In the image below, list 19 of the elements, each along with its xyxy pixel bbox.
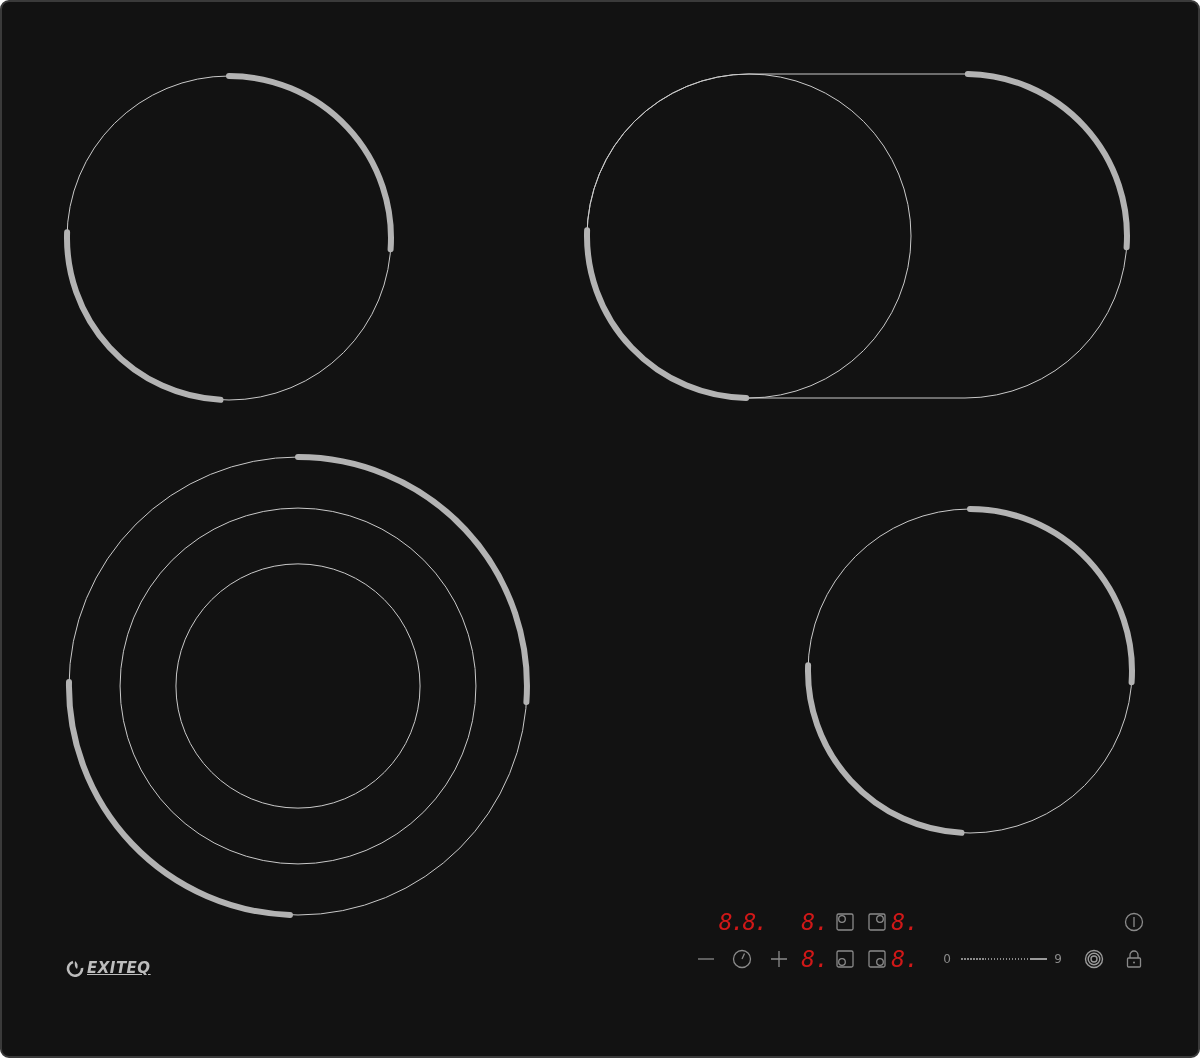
- zone-power-display: 8.: [801, 946, 829, 972]
- zone-select-icon[interactable]: [835, 949, 855, 969]
- power-icon[interactable]: [1124, 912, 1144, 932]
- zone-select-icon[interactable]: [867, 949, 887, 969]
- lock-icon[interactable]: [1126, 950, 1142, 968]
- zone-select-icon[interactable]: [867, 912, 887, 932]
- zone-power-display: 8.: [801, 909, 829, 935]
- minus-icon[interactable]: [697, 957, 715, 961]
- timer-display: 8.8.: [718, 909, 767, 935]
- timer-icon[interactable]: [732, 949, 752, 969]
- zone-power-display: 8.: [891, 946, 919, 972]
- slider-max-label: 9: [1054, 952, 1062, 966]
- brand-logo: EXITEQ: [87, 959, 151, 977]
- slider-min-label: 0: [943, 952, 951, 966]
- flame-swirl-icon: [66, 959, 86, 977]
- plus-icon[interactable]: [770, 950, 788, 968]
- zone-select-icon[interactable]: [835, 912, 855, 932]
- boost-icon[interactable]: [1084, 949, 1104, 969]
- zone-power-display: 8.: [891, 909, 919, 935]
